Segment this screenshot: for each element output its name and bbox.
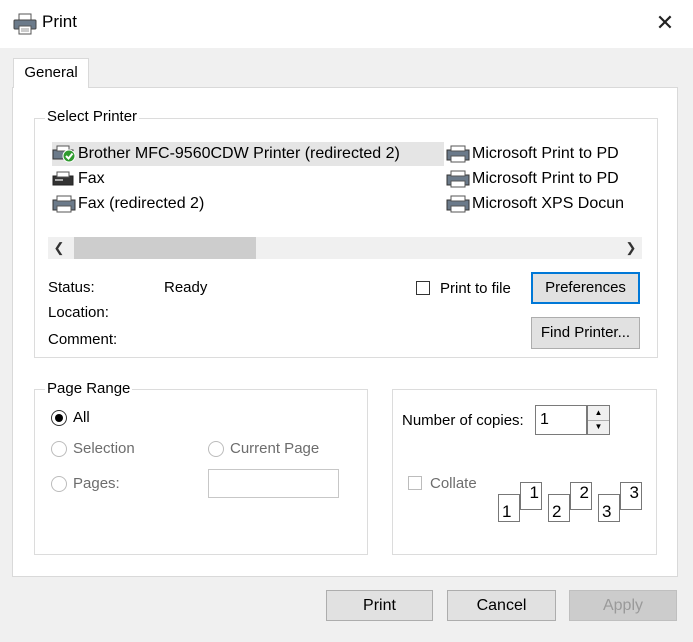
printer-item[interactable]: Microsoft XPS Docun: [446, 192, 642, 216]
printer-name: Microsoft XPS Docun: [472, 195, 625, 212]
preferences-button[interactable]: Preferences: [531, 272, 640, 304]
printer-name: Microsoft Print to PD: [472, 145, 619, 162]
find-printer-button[interactable]: Find Printer...: [531, 317, 640, 349]
radio-selected-dot: [55, 414, 63, 422]
collate-checkbox[interactable]: [408, 476, 422, 490]
scroll-thumb[interactable]: [74, 237, 256, 259]
status-label: Status:: [48, 279, 95, 296]
printer-item[interactable]: Microsoft Print to PD: [446, 142, 642, 166]
printer-item[interactable]: Microsoft Print to PD: [446, 167, 642, 191]
printer-name: Microsoft Print to PD: [472, 170, 619, 187]
printer-icon: [52, 145, 76, 163]
selection-label[interactable]: Selection: [73, 440, 135, 457]
print-button[interactable]: Print: [326, 590, 433, 621]
tab-general[interactable]: General: [13, 58, 89, 88]
printer-icon: [446, 195, 470, 213]
spin-down-icon[interactable]: ▼: [588, 420, 609, 434]
scroll-right-icon[interactable]: ❯: [620, 237, 642, 259]
printer-icon: [52, 195, 76, 213]
printer-item[interactable]: Fax: [52, 167, 444, 191]
collate-page-front: 1: [498, 494, 520, 522]
printer-item[interactable]: Fax (redirected 2): [52, 192, 444, 216]
cancel-button[interactable]: Cancel: [447, 590, 556, 621]
close-icon[interactable]: ✕: [656, 10, 674, 35]
print-to-file-label[interactable]: Print to file: [440, 280, 511, 297]
print-to-file-checkbox[interactable]: [416, 281, 430, 295]
collate-page-front: 2: [548, 494, 570, 522]
printer-icon: [446, 170, 470, 188]
location-label: Location:: [48, 304, 109, 321]
current-page-radio[interactable]: [208, 441, 224, 457]
close-button[interactable]: ✕: [651, 9, 679, 37]
printer-icon: [446, 145, 470, 163]
collate-page-back: 3: [620, 482, 642, 510]
title-bar: Print ✕: [0, 0, 693, 48]
printer-name: Fax: [78, 170, 105, 187]
pages-label[interactable]: Pages:: [73, 475, 120, 492]
pages-input[interactable]: [208, 469, 339, 498]
collate-page-back: 1: [520, 482, 542, 510]
page-range-legend: Page Range: [45, 380, 133, 397]
number-of-copies-label: Number of copies:: [402, 412, 524, 429]
spin-up-icon[interactable]: ▲: [588, 406, 609, 421]
printer-list-scrollbar[interactable]: ❮ ❯: [48, 237, 642, 259]
copies-input[interactable]: 1: [535, 405, 587, 435]
comment-label: Comment:: [48, 331, 118, 348]
apply-button[interactable]: Apply: [569, 590, 677, 621]
all-radio[interactable]: [51, 410, 67, 426]
status-value: Ready: [164, 279, 208, 296]
printer-name: Fax (redirected 2): [78, 195, 205, 212]
fax-icon: [52, 170, 76, 188]
current-page-label[interactable]: Current Page: [230, 440, 319, 457]
select-printer-legend: Select Printer: [45, 108, 140, 125]
selection-radio[interactable]: [51, 441, 67, 457]
window-title: Print: [42, 12, 77, 31]
collate-page-front: 3: [598, 494, 620, 522]
copies-spinner[interactable]: ▲ ▼: [587, 405, 610, 435]
printer-item[interactable]: Brother MFC-9560CDW Printer (redirected …: [52, 142, 444, 166]
collate-label[interactable]: Collate: [430, 475, 477, 492]
collate-illustration: 1 1 2 2 3 3: [496, 480, 646, 526]
printer-name: Brother MFC-9560CDW Printer (redirected …: [78, 145, 400, 162]
pages-radio[interactable]: [51, 476, 67, 492]
collate-page-back: 2: [570, 482, 592, 510]
printer-icon: [13, 13, 37, 35]
all-label[interactable]: All: [73, 409, 90, 426]
scroll-left-icon[interactable]: ❮: [48, 237, 70, 259]
